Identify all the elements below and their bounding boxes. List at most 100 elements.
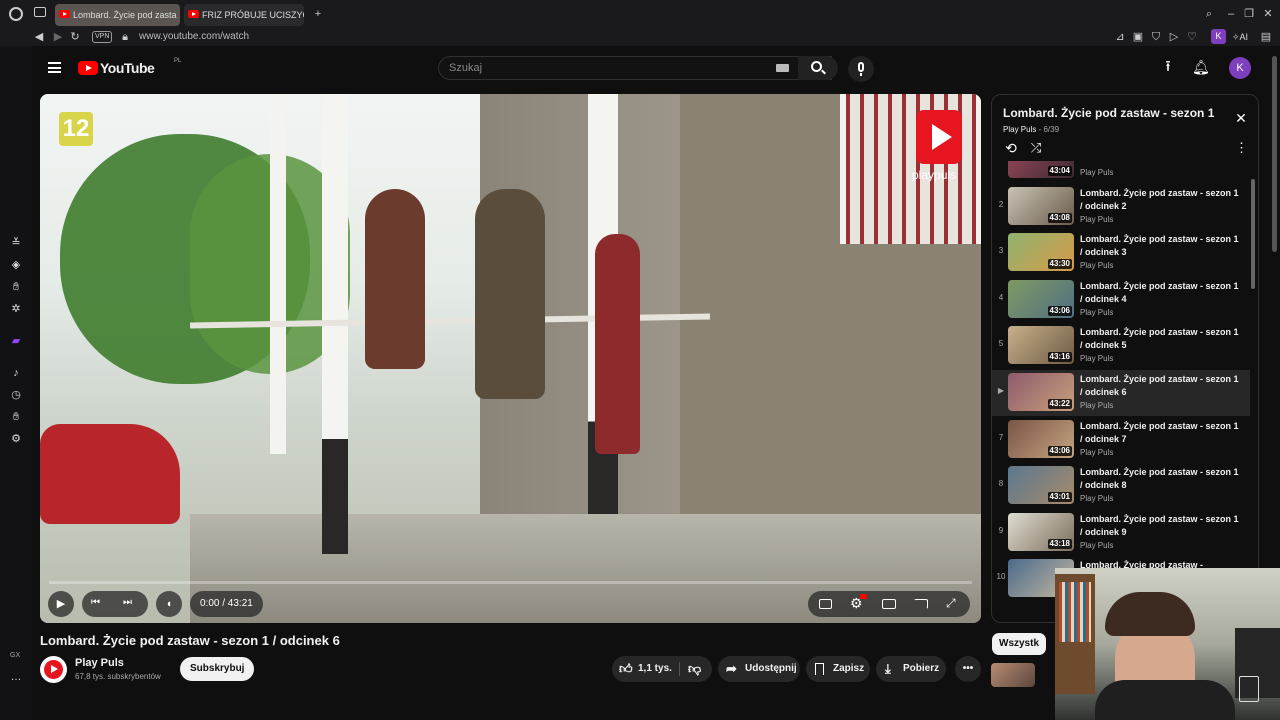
playlist-item[interactable]: 5 43:16 Lombard. Życie pod zastaw - sezon … [992,323,1250,369]
gx-control-icon[interactable]: ≚ [9,236,23,250]
playlist-item-thumbnail[interactable]: 43:16 [1008,326,1074,365]
webcam-expand-icon[interactable] [1239,676,1259,702]
playlist-item[interactable]: 9 43:18 Lombard. Życie pod zastaw - sezon … [992,510,1250,556]
play-button[interactable]: ▶ [48,591,74,617]
playlist-more-icon[interactable]: ⋮ [1235,141,1248,155]
shuffle-icon[interactable]: ⤮ [1028,141,1044,155]
ai-button[interactable]: ✧AI [1232,30,1248,44]
forward-icon[interactable]: ▶ [51,30,65,44]
opera-logo-icon[interactable] [9,7,23,21]
minimize-icon[interactable]: – [1224,7,1238,21]
new-tab-icon[interactable]: + [311,7,325,21]
tab-inactive[interactable]: FRIZ PRÓBUJE UCISZYĆ [184,4,304,26]
lock-icon[interactable]: 🔒︎ [119,30,131,44]
search-input[interactable]: Szukaj [438,56,832,80]
music-player-icon[interactable]: ♪ [9,366,23,380]
playlist-item-title[interactable]: Lombard. Życie pod zastaw - sezon 1 / od… [1080,373,1240,399]
reload-icon[interactable]: ↻ [68,30,82,44]
heart-icon[interactable]: ♡ [1185,30,1199,44]
voice-search-button[interactable] [848,56,874,82]
playlist-item[interactable]: ▶ 43:22 Lombard. Życie pod zastaw - sezon … [992,370,1250,416]
previous-icon[interactable]: ⏮ [91,597,100,608]
playlist-item-thumbnail[interactable]: 43:18 [1008,512,1074,551]
recommendation-thumbnail[interactable] [991,663,1035,687]
settings-icon[interactable]: ⚙ [9,432,23,446]
history-icon[interactable]: ◷ [9,388,23,402]
playlist-item[interactable]: 43:04 Play Puls [992,161,1250,183]
playlist-item-thumbnail[interactable]: 43:04 [1008,161,1074,178]
playlist-item-title[interactable]: Lombard. Życie pod zastaw - sezon 1 / od… [1080,187,1240,213]
back-icon[interactable]: ◀ [32,30,46,44]
download-button[interactable]: ⤓ Pobierz [876,656,946,682]
playlist-item-thumbnail[interactable]: 43:08 [1008,186,1074,225]
keyboard-icon[interactable] [776,64,789,72]
tab-islands-icon[interactable] [34,7,46,17]
search-button[interactable] [798,56,838,80]
playlist-item-channel: Play Puls [1080,168,1114,177]
tab-active[interactable]: Lombard. Życie pod zasta [55,4,180,26]
playlist-scrollbar[interactable] [1251,179,1255,289]
avatar[interactable]: K [1229,57,1251,79]
playlist-item[interactable]: 4 43:06 Lombard. Życie pod zastaw - sezon … [992,277,1250,323]
loop-icon[interactable]: ⟲ [1003,141,1019,155]
playlist-item[interactable]: 7 43:06 Lombard. Życie pod zastaw - sezon … [992,417,1250,463]
next-icon[interactable]: ⏭ [123,597,132,608]
playlist-item[interactable]: 8 43:01 Lombard. Życie pod zastaw - sezon … [992,463,1250,509]
close-playlist-icon[interactable]: ✕ [1234,111,1248,125]
volume-button[interactable]: ◖ [156,591,182,617]
gx-corner-icon[interactable]: ◈ [9,258,23,272]
maximize-icon[interactable]: ❐ [1242,7,1256,21]
dislike-button[interactable]: 👎︎ [680,656,712,682]
subtitles-icon[interactable] [819,599,832,609]
url-text[interactable]: www.youtube.com/watch [139,30,249,44]
upload-icon[interactable]: ⭱ [1160,59,1176,75]
progress-bar[interactable] [49,581,972,584]
twitch-icon[interactable]: ▰ [9,334,23,348]
miniplayer-icon[interactable] [882,599,896,609]
playlist-channel[interactable]: Play Puls [1003,125,1036,134]
shield-icon[interactable]: ⛉ [1149,30,1163,44]
pin-icon[interactable]: ⊿ [1113,30,1127,44]
cast-icon[interactable] [914,599,928,609]
playlist-item[interactable]: 2 43:08 Lombard. Życie pod zastaw - sezon … [992,184,1250,230]
fullscreen-icon[interactable]: ⤢ [946,596,956,611]
bell-icon[interactable]: 🔔︎ [1192,59,1210,75]
channel-name[interactable]: Play Puls [75,657,124,669]
page-scrollbar[interactable] [1272,56,1277,252]
vpn-badge[interactable]: VPN [92,31,113,43]
more-icon[interactable]: … [9,670,23,684]
filter-chip-all[interactable]: Wszystk [992,633,1047,655]
extensions-icon[interactable]: ✋︎ [9,410,23,424]
share-button[interactable]: ➦ Udostępnij [718,656,800,682]
save-button[interactable]: Zapisz [806,656,870,682]
playlist-title[interactable]: Lombard. Życie pod zastaw - sezon 1 [1003,106,1214,120]
play-icon[interactable]: ▷ [1167,30,1181,44]
search-tabs-icon[interactable]: ⌕ [1202,7,1216,21]
playlist-item-thumbnail[interactable]: 43:06 [1008,279,1074,318]
snapshot-icon[interactable]: ▣ [1131,30,1145,44]
like-dislike-group: 👍︎ 1,1 tys. 👎︎ [612,656,712,682]
playlist-item-title[interactable]: Lombard. Życie pod zastaw - sezon 1 / od… [1080,233,1240,259]
playlist-item-title[interactable]: Lombard. Życie pod zastaw - sezon 1 / od… [1080,280,1240,306]
playlist-item-thumbnail[interactable]: 43:06 [1008,419,1074,458]
playlist-item-thumbnail[interactable]: 43:22 [1008,373,1074,411]
playlist-item-title[interactable]: Lombard. Życie pod zastaw - sezon 1 / od… [1080,513,1240,539]
gx-cleaner-icon[interactable]: ✋︎ [9,280,23,294]
video-player[interactable]: 12 playpuls ▶ ⏮ ⏭ ◖ 0:00 / 43:21 ⚙ ⤢ [40,94,981,623]
menu-icon[interactable] [48,62,61,73]
playlist-item-title[interactable]: Lombard. Życie pod zastaw - sezon 1 / od… [1080,420,1240,446]
playlist-item-thumbnail[interactable]: 43:01 [1008,466,1074,505]
video-title: Lombard. Życie pod zastaw - sezon 1 / od… [40,633,340,648]
profile-avatar[interactable]: K [1211,29,1226,44]
playlist-item[interactable]: 3 43:30 Lombard. Życie pod zastaw - sezon … [992,230,1250,276]
gx-mods-icon[interactable]: ✲ [9,302,23,316]
subscribe-button[interactable]: Subskrybuj [180,657,255,681]
playlist-item-title[interactable]: Lombard. Życie pod zastaw - sezon 1 / od… [1080,466,1240,492]
more-actions-button[interactable]: ••• [955,656,981,682]
close-window-icon[interactable]: ✕ [1261,7,1275,21]
channel-avatar[interactable] [40,656,67,683]
easy-files-icon[interactable]: ▤ [1259,30,1273,44]
playlist-item-thumbnail[interactable]: 43:30 [1008,233,1074,272]
like-button[interactable]: 👍︎ 1,1 tys. [612,656,678,682]
playlist-item-title[interactable]: Lombard. Życie pod zastaw - sezon 1 / od… [1080,326,1240,352]
